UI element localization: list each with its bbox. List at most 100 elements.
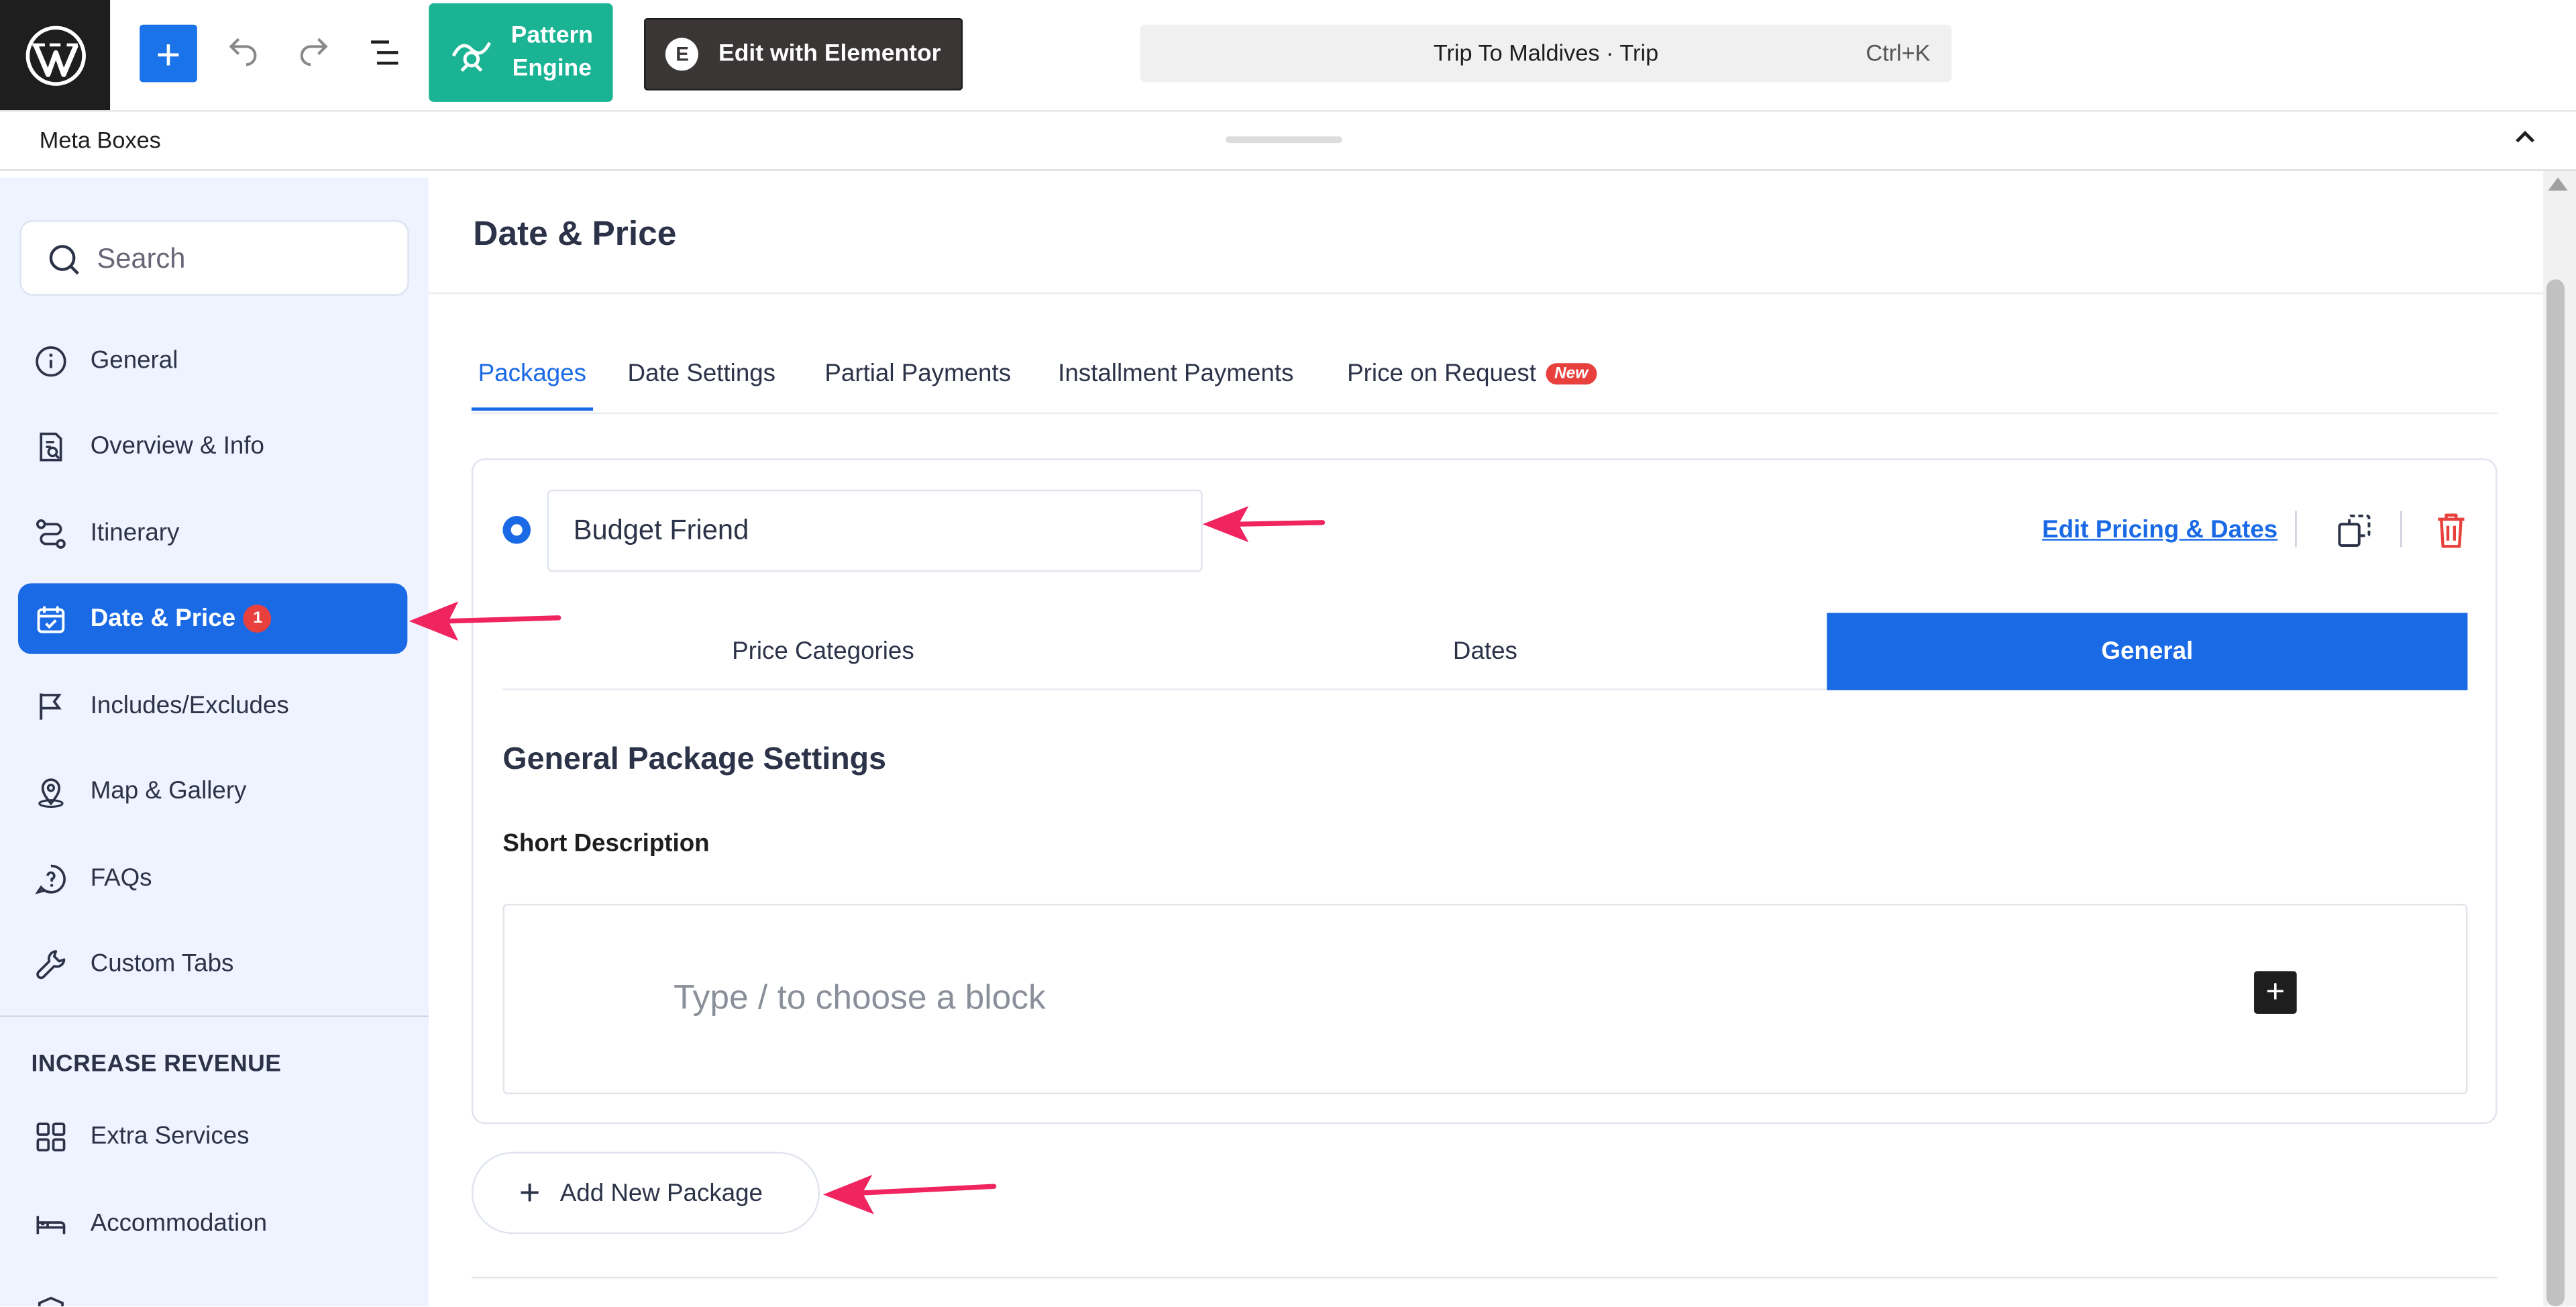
annotation-arrow-icon (409, 601, 561, 641)
resize-handle[interactable] (1225, 136, 1342, 144)
package-default-radio[interactable] (502, 515, 531, 544)
edit-with-elementor-button[interactable]: E Edit with Elementor (644, 17, 963, 91)
tab-installment-payments[interactable]: Installment Payments (1058, 360, 1293, 407)
route-icon (33, 515, 69, 552)
editor-toolbar: + Pattern Engine E Edit with Elementor T… (0, 0, 2576, 112)
redo-button[interactable] (289, 28, 338, 77)
command-shortcut: Ctrl+K (1866, 39, 1931, 66)
document-search-icon (33, 428, 69, 464)
redo-icon (300, 38, 328, 66)
divider (2400, 511, 2402, 547)
divider (2295, 511, 2297, 547)
pattern-engine-label-1: Pattern (511, 23, 594, 50)
wrench-icon (33, 945, 69, 982)
package-card: Edit Pricing & Dates Price Categories Da… (471, 458, 2498, 1125)
sidebar-item-map-gallery[interactable]: Map & Gallery (18, 756, 407, 827)
annotation-arrow-icon (1202, 506, 1326, 543)
wordpress-icon (25, 25, 85, 85)
section-heading: General Package Settings (502, 742, 886, 778)
shield-icon (33, 1292, 69, 1306)
sidebar-item-partial[interactable] (18, 1275, 407, 1306)
short-description-label: Short Description (502, 829, 710, 858)
tab-price-on-request[interactable]: Price on Request New (1347, 360, 1597, 407)
sidebar-item-label: Includes/Excludes (90, 692, 289, 720)
search-icon (49, 245, 79, 275)
info-icon (33, 343, 69, 379)
sidebar-item-label: Custom Tabs (90, 949, 234, 978)
sidebar-section-title: INCREASE REVENUE (31, 1051, 282, 1078)
add-package-label: Add New Package (559, 1179, 763, 1207)
sidebar-item-label: Map & Gallery (90, 777, 247, 806)
subtab-dates[interactable]: Dates (1165, 613, 1805, 690)
sidebar-item-extra-services[interactable]: Extra Services (18, 1101, 407, 1171)
notification-badge: 1 (244, 605, 272, 633)
sidebar-item-date-price[interactable]: Date & Price 1 (17, 583, 408, 654)
page-title: Date & Price (473, 215, 677, 254)
flag-icon (33, 688, 69, 724)
short-description-editor[interactable]: Type / to choose a block + (502, 903, 2468, 1095)
add-new-package-button[interactable]: + Add New Package (471, 1151, 820, 1235)
tab-date-settings[interactable]: Date Settings (628, 360, 776, 407)
delete-icon[interactable] (2433, 511, 2469, 551)
search-input[interactable] (97, 238, 393, 281)
sidebar-item-includes-excludes[interactable]: Includes/Excludes (18, 670, 407, 741)
sidebar-item-label: Overview & Info (90, 432, 264, 460)
bed-icon (33, 1205, 69, 1241)
tab-partial-payments[interactable]: Partial Payments (824, 360, 1011, 407)
document-title: Trip To Maldives · Trip (1433, 39, 1659, 66)
pattern-engine-icon (451, 42, 491, 72)
meta-boxes-label: Meta Boxes (39, 126, 161, 153)
sidebar-item-faqs[interactable]: FAQs (18, 843, 407, 913)
plus-icon: + (156, 28, 181, 79)
command-palette-bar[interactable]: Trip To Maldives · Trip Ctrl+K (1140, 24, 1952, 83)
tab-packages[interactable]: Packages (471, 360, 593, 411)
scrollbar-thumb[interactable] (2546, 279, 2565, 1306)
sidebar-divider (0, 1015, 429, 1017)
subtab-price-categories[interactable]: Price Categories (502, 613, 1143, 690)
tab-label: Price on Request (1347, 360, 1537, 388)
package-subtabs: Price Categories Dates General (502, 613, 2468, 690)
sidebar-item-label: Date & Price (90, 605, 236, 633)
scroll-up-icon[interactable] (2548, 177, 2568, 191)
editor-placeholder: Type / to choose a block (674, 979, 1046, 1017)
question-bubble-icon (33, 860, 69, 896)
block-inserter-button[interactable]: + (2254, 971, 2297, 1014)
map-pin-icon (33, 773, 69, 809)
list-view-icon (371, 40, 398, 65)
sidebar-item-label: Accommodation (90, 1209, 268, 1238)
pattern-engine-label-2: Engine (512, 56, 592, 83)
sidebar-item-overview[interactable]: Overview & Info (18, 411, 407, 481)
edit-pricing-dates-link[interactable]: Edit Pricing & Dates (2042, 516, 2277, 544)
meta-boxes-bar: Meta Boxes (0, 111, 2576, 171)
undo-button[interactable] (219, 28, 268, 77)
trip-settings-sidebar: General Overview & Info Itinerary Date &… (0, 177, 429, 1306)
elementor-label: Edit with Elementor (718, 41, 941, 68)
package-name-input[interactable] (547, 489, 1203, 572)
calendar-check-icon (33, 600, 69, 637)
subtab-general[interactable]: General (1827, 613, 2468, 690)
meta-box-content: Date & Price Packages Date Settings Part… (429, 177, 2544, 1306)
panel-header: Date & Price (429, 177, 2544, 295)
pattern-engine-button[interactable]: Pattern Engine (429, 3, 613, 102)
collapse-chevron-icon[interactable] (2514, 123, 2536, 153)
sidebar-item-accommodation[interactable]: Accommodation (18, 1188, 407, 1259)
grid-icon (33, 1118, 69, 1155)
scrollbar[interactable] (2543, 170, 2576, 1306)
duplicate-icon[interactable] (2336, 513, 2372, 549)
sidebar-item-general[interactable]: General (18, 325, 407, 396)
plus-icon: + (519, 1171, 541, 1213)
sidebar-item-label: Itinerary (90, 519, 180, 547)
document-overview-button[interactable] (362, 28, 411, 77)
add-block-button[interactable]: + (140, 24, 197, 83)
elementor-icon: E (665, 38, 699, 71)
sidebar-item-label: General (90, 346, 178, 375)
sidebar-item-custom-tabs[interactable]: Custom Tabs (18, 929, 407, 999)
editor-screen: + Pattern Engine E Edit with Elementor T… (0, 0, 2576, 1306)
sidebar-search (19, 220, 409, 296)
sidebar-item-label: FAQs (90, 864, 152, 892)
sidebar-item-itinerary[interactable]: Itinerary (18, 498, 407, 568)
wordpress-logo-button[interactable] (0, 0, 111, 111)
annotation-arrow-icon (822, 1175, 997, 1214)
divider (471, 1276, 2498, 1279)
tab-bar: Packages Date Settings Partial Payments … (471, 348, 2498, 415)
